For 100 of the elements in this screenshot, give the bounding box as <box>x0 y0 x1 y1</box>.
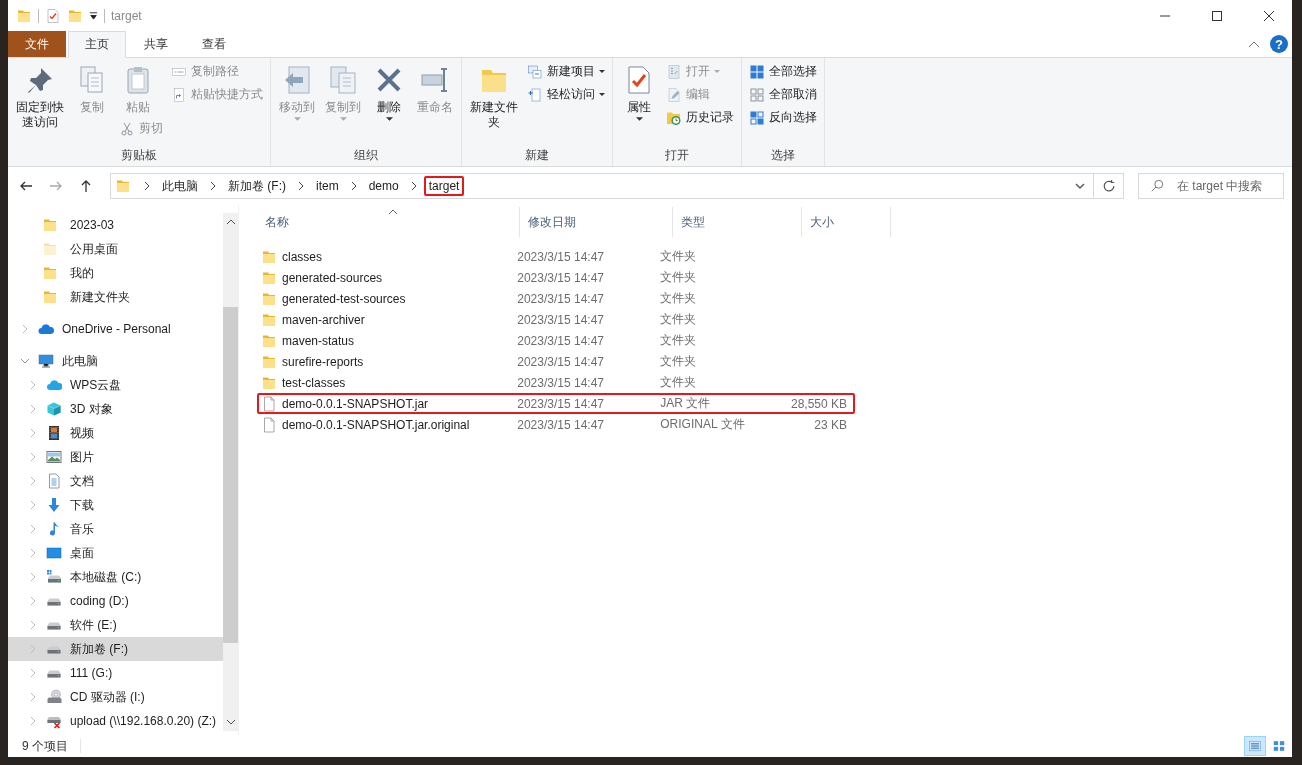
file-row[interactable]: test-classes 2023/3/15 14:47 文件夹 <box>257 372 855 393</box>
expand-icon[interactable] <box>28 524 38 534</box>
chevron-icon[interactable] <box>297 181 305 191</box>
nav-item[interactable]: 我的 <box>8 261 223 285</box>
breadcrumb[interactable]: 此电脑 <box>157 174 203 198</box>
nav-item[interactable]: coding (D:) <box>8 589 223 613</box>
file-name: test-classes <box>282 375 346 390</box>
nav-item[interactable]: OneDrive - Personal <box>8 317 223 341</box>
breadcrumb[interactable]: 新加卷 (F:) <box>223 174 291 198</box>
nav-item[interactable]: 图片 <box>8 445 223 469</box>
expand-icon[interactable] <box>28 404 38 414</box>
ribbon-button[interactable]: 全部取消 <box>746 83 820 106</box>
ribbon-button[interactable]: 轻松访问 <box>524 83 608 106</box>
document-icon <box>46 473 62 489</box>
help-button[interactable]: ? <box>1270 35 1288 53</box>
file-row[interactable]: maven-status 2023/3/15 14:47 文件夹 <box>257 330 855 351</box>
folder-icon <box>42 289 58 305</box>
folder-icon <box>42 265 58 281</box>
expand-icon[interactable] <box>28 428 38 438</box>
ribbon-tab[interactable]: 主页 <box>68 31 126 58</box>
chevron-icon[interactable] <box>209 181 217 191</box>
chevron-icon[interactable] <box>143 181 151 191</box>
expand-icon[interactable] <box>28 548 38 558</box>
expand-icon[interactable] <box>28 716 38 726</box>
column-header[interactable]: 修改日期 <box>520 207 673 237</box>
file-menu-tab[interactable]: 文件 <box>8 31 66 57</box>
nav-item[interactable]: 新加卷 (F:) <box>8 637 223 661</box>
ribbon-button[interactable]: 新建文件夹 <box>466 60 522 132</box>
chevron-icon[interactable] <box>349 181 358 191</box>
file-name: classes <box>282 249 322 264</box>
collapse-ribbon-icon[interactable] <box>1248 40 1260 48</box>
ribbon-button[interactable]: 删除 <box>367 60 411 123</box>
expand-icon[interactable] <box>28 572 38 582</box>
expand-icon[interactable] <box>28 692 38 702</box>
expand-icon[interactable] <box>20 356 30 366</box>
expand-icon[interactable] <box>20 324 30 334</box>
group-label: 选择 <box>770 147 796 164</box>
address-bar[interactable]: 此电脑 新加卷 (F:) item demo target <box>110 173 1124 199</box>
ribbon-button[interactable]: 固定到快速访问 <box>12 60 68 132</box>
nav-item[interactable]: 此电脑 <box>8 349 223 373</box>
dropdown-icon[interactable] <box>1075 183 1085 189</box>
chevron-icon[interactable] <box>409 181 418 191</box>
ribbon-button[interactable]: 新建项目 <box>524 60 608 83</box>
view-button[interactable] <box>1244 736 1266 756</box>
cube-icon <box>46 401 62 417</box>
nav-item[interactable]: 3D 对象 <box>8 397 223 421</box>
nav-item[interactable]: 下载 <box>8 493 223 517</box>
group-label: 新建 <box>524 147 550 164</box>
expand-icon[interactable] <box>28 620 38 630</box>
dropdown-icon[interactable] <box>89 11 98 20</box>
search-field[interactable]: 在 target 中搜索 <box>1138 173 1284 199</box>
breadcrumb[interactable]: item <box>311 176 344 196</box>
nav-item[interactable]: 视频 <box>8 421 223 445</box>
file-row[interactable]: generated-sources 2023/3/15 14:47 文件夹 <box>257 267 855 288</box>
breadcrumb[interactable]: demo <box>363 176 404 196</box>
nav-item[interactable]: 本地磁盘 (C:) <box>8 565 223 589</box>
ribbon-button[interactable]: 属性 <box>617 60 661 123</box>
nav-item[interactable]: 桌面 <box>8 541 223 565</box>
modified-date: 2023/3/15 14:47 <box>517 270 604 285</box>
scrollbar[interactable] <box>223 213 238 731</box>
nav-item[interactable]: 文档 <box>8 469 223 493</box>
ribbon-tab[interactable]: 查看 <box>186 31 242 57</box>
folder-icon <box>42 217 58 233</box>
file-row[interactable]: maven-archiver 2023/3/15 14:47 文件夹 <box>257 309 855 330</box>
nav-item[interactable]: 软件 (E:) <box>8 613 223 637</box>
properties-icon[interactable] <box>45 7 61 24</box>
column-header[interactable]: 类型 <box>673 207 802 237</box>
ribbon-tab[interactable]: 共享 <box>128 31 184 57</box>
nav-item[interactable]: 新建文件夹 <box>8 285 223 309</box>
expand-icon[interactable] <box>28 500 38 510</box>
scroll-up-icon[interactable] <box>225 219 236 225</box>
expand-icon[interactable] <box>28 596 38 606</box>
folder-icon <box>115 178 131 194</box>
nav-item[interactable]: CD 驱动器 (I:) <box>8 685 223 709</box>
column-header[interactable]: 名称 <box>257 207 520 237</box>
file-row[interactable]: classes 2023/3/15 14:47 文件夹 <box>257 246 855 267</box>
nav-item[interactable]: 音乐 <box>8 517 223 541</box>
file-row[interactable]: demo-0.0.1-SNAPSHOT.jar 2023/3/15 14:47 JAR 文件 28,550 KB <box>257 393 855 414</box>
expand-icon[interactable] <box>28 476 38 486</box>
ribbon-button[interactable]: 反向选择 <box>746 106 820 129</box>
expand-icon[interactable] <box>28 668 38 678</box>
nav-item[interactable]: upload (\\192.168.0.20) (Z:) <box>8 709 223 733</box>
ribbon-button[interactable]: 历史记录 <box>663 106 737 129</box>
file-row[interactable]: surefire-reports 2023/3/15 14:47 文件夹 <box>257 351 855 372</box>
breadcrumb[interactable]: target <box>423 176 465 196</box>
expand-icon[interactable] <box>28 380 38 390</box>
invert-selection-icon <box>749 109 765 126</box>
nav-item[interactable]: 111 (G:) <box>8 661 223 685</box>
expand-icon[interactable] <box>28 452 38 462</box>
file-type: 文件夹 <box>660 269 697 286</box>
nav-item[interactable]: 公用桌面 <box>8 237 223 261</box>
nav-item[interactable]: WPS云盘 <box>8 373 223 397</box>
scroll-down-icon[interactable] <box>225 719 236 725</box>
nav-item[interactable]: 2023-03 <box>8 213 223 237</box>
file-row[interactable]: demo-0.0.1-SNAPSHOT.jar.original 2023/3/15 14:47 ORIGINAL 文件 23 KB <box>257 414 855 435</box>
caret-icon <box>599 70 605 73</box>
file-row[interactable]: generated-test-sources 2023/3/15 14:47 文件夹 <box>257 288 855 309</box>
ribbon-button[interactable]: 全部选择 <box>746 60 820 83</box>
column-header[interactable]: 大小 <box>802 207 891 237</box>
expand-icon[interactable] <box>28 644 38 654</box>
